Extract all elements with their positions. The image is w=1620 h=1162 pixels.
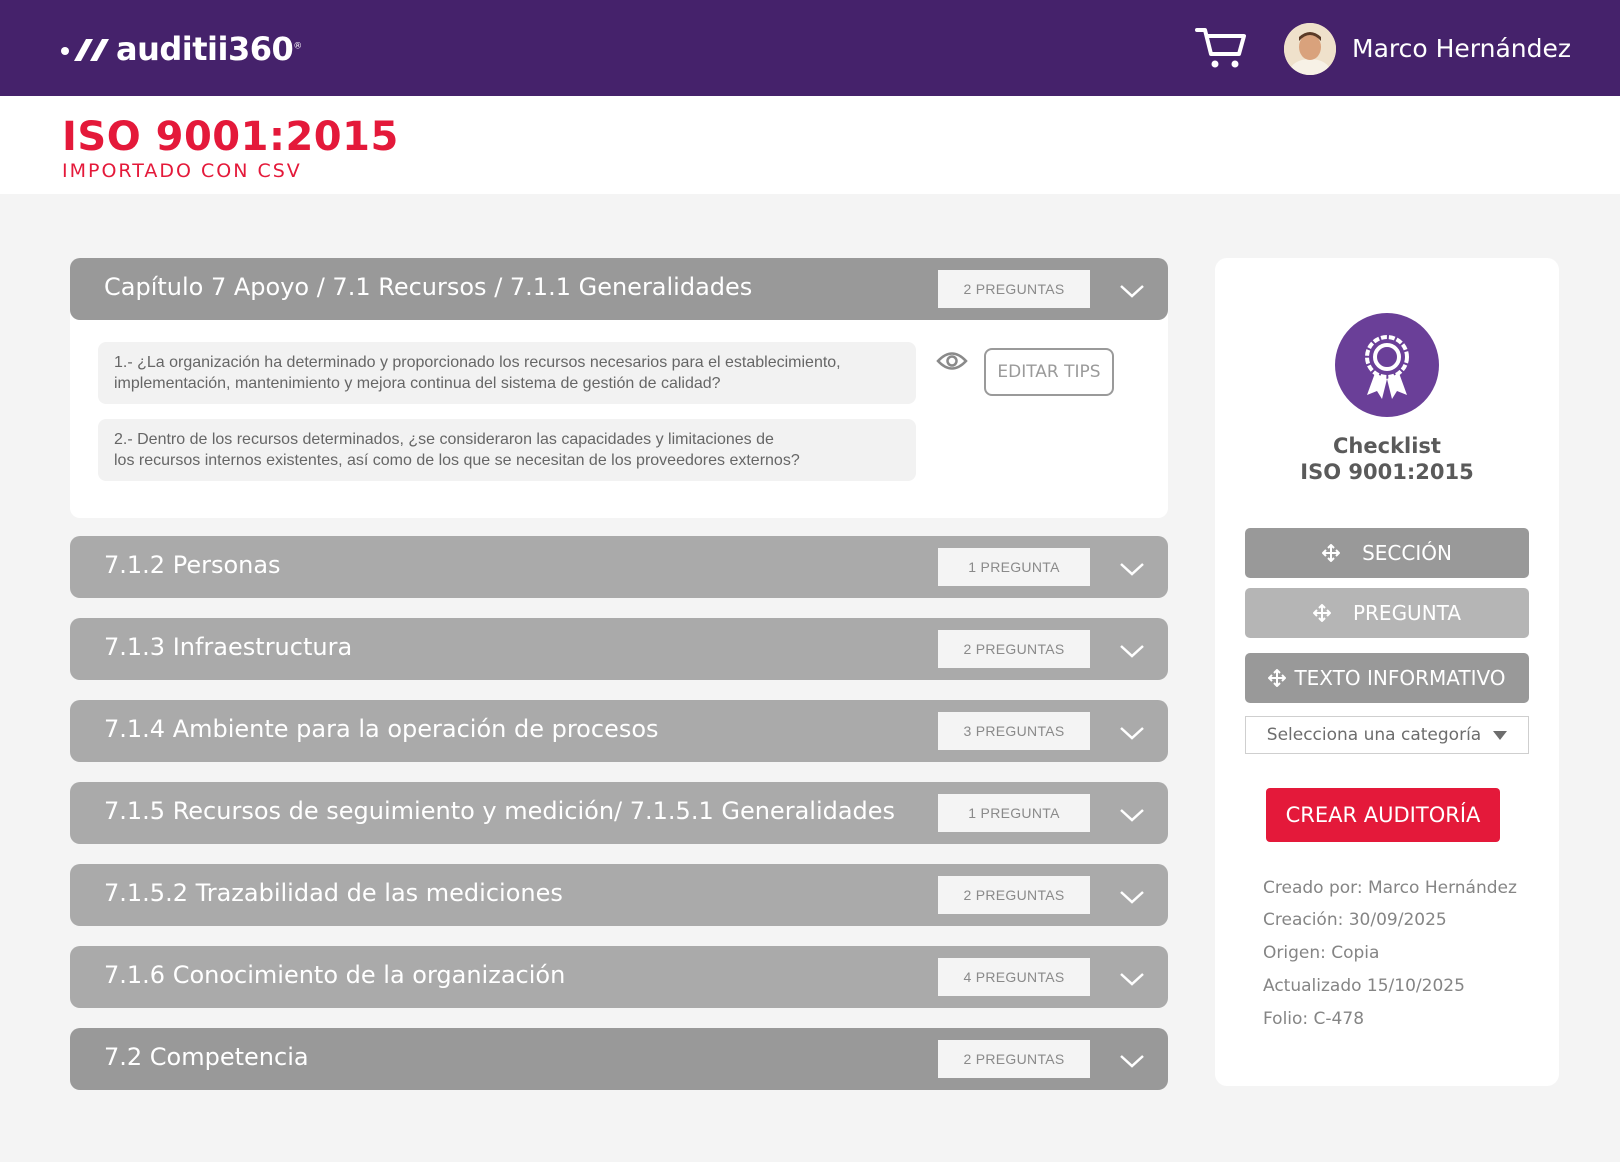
question-count-badge: 2 PREGUNTAS (938, 876, 1090, 914)
button-label: PREGUNTA (1352, 601, 1462, 625)
question-text-line: implementación, mantenimiento y mejora c… (114, 375, 721, 392)
caret-down-icon (1493, 730, 1508, 740)
meta-updated: Actualizado 15/10/2025 (1263, 976, 1465, 996)
question-count-badge: 1 PREGUNTA (938, 548, 1090, 586)
section-header[interactable]: 7.1.6 Conocimiento de la organización 4 … (70, 946, 1168, 1008)
question-text-line: 1.- ¿La organización ha determinado y pr… (114, 354, 841, 371)
meta-folio: Folio: C-478 (1263, 1009, 1365, 1029)
button-label: SECCIÓN (1362, 541, 1452, 565)
section-header[interactable]: 7.1.3 Infraestructura 2 PREGUNTAS (70, 618, 1168, 680)
avatar[interactable] (1284, 23, 1336, 75)
section-header[interactable]: 7.1.2 Personas 1 PREGUNTA (70, 536, 1168, 598)
section-title: Capítulo 7 Apoyo / 7.1 Recursos / 7.1.1 … (104, 273, 753, 301)
add-section-button[interactable]: SECCIÓN (1245, 528, 1529, 578)
checklist-card: Checklist ISO 9001:2015 SECCIÓN PREGUNTA… (1215, 258, 1559, 1086)
award-ribbon-icon (1365, 335, 1409, 399)
chevron-down-icon[interactable] (1118, 964, 1146, 992)
meta-origin: Origen: Copia (1263, 943, 1380, 963)
award-badge (1335, 313, 1439, 417)
select-placeholder: Selecciona una categoría (1266, 725, 1482, 745)
chevron-down-icon[interactable] (1118, 882, 1146, 910)
section-title: 7.1.3 Infraestructura (104, 633, 353, 661)
chevron-down-icon[interactable] (1118, 1046, 1146, 1074)
edit-tips-button[interactable]: EDITAR TIPS (984, 348, 1114, 396)
meta-created-date: Creación: 30/09/2025 (1263, 910, 1447, 930)
section-title: 7.1.2 Personas (104, 551, 281, 579)
logo-mark-icon (61, 39, 109, 61)
section-title: 7.2 Competencia (104, 1043, 309, 1071)
card-title: Checklist (1333, 434, 1441, 458)
chevron-down-icon[interactable] (1118, 718, 1146, 746)
question-count-badge: 3 PREGUNTAS (938, 712, 1090, 750)
add-info-text-button[interactable]: TEXTO INFORMATIVO (1245, 653, 1529, 703)
question-text-line: 2.- Dentro de los recursos determinados,… (114, 431, 774, 448)
user-name[interactable]: Marco Hernández (1352, 34, 1571, 63)
section-title: 7.1.4 Ambiente para la operación de proc… (104, 715, 659, 743)
move-icon (1312, 604, 1331, 622)
section-title: 7.1.5 Recursos de seguimiento y medición… (104, 797, 896, 825)
move-icon (1322, 544, 1341, 562)
move-icon (1268, 669, 1287, 687)
user-photo-icon (1284, 23, 1336, 75)
logo[interactable]: auditii360® (60, 30, 302, 68)
top-bar: auditii360® Marco Hernández (0, 0, 1620, 96)
category-select[interactable]: Selecciona una categoría (1245, 716, 1529, 754)
section-header[interactable]: 7.1.5 Recursos de seguimiento y medición… (70, 782, 1168, 844)
registered-mark: ® (293, 41, 302, 52)
chevron-down-icon[interactable] (1118, 636, 1146, 664)
chevron-down-icon[interactable] (1118, 800, 1146, 828)
section-title: 7.1.6 Conocimiento de la organización (104, 961, 566, 989)
page-subtitle: IMPORTADO CON CSV (62, 160, 302, 182)
section-header[interactable]: 7.2 Competencia 2 PREGUNTAS (70, 1028, 1168, 1090)
question-count-badge: 1 PREGUNTA (938, 794, 1090, 832)
meta-created-by: Creado por: Marco Hernández (1263, 878, 1517, 898)
eye-icon[interactable] (936, 350, 968, 372)
button-label: TEXTO INFORMATIVO (1294, 666, 1506, 690)
cart-icon[interactable] (1195, 26, 1247, 70)
chevron-down-icon[interactable] (1118, 554, 1146, 582)
question-text-line: los recursos internos existentes, así co… (114, 452, 800, 469)
create-audit-button[interactable]: CREAR AUDITORÍA (1266, 788, 1500, 842)
brand-name: auditii360® (116, 30, 302, 68)
question-count-badge: 4 PREGUNTAS (938, 958, 1090, 996)
question-count-badge: 2 PREGUNTAS (938, 630, 1090, 668)
question-item[interactable]: 1.- ¿La organización ha determinado y pr… (98, 342, 916, 404)
add-question-button[interactable]: PREGUNTA (1245, 588, 1529, 638)
question-count-badge: 2 PREGUNTAS (938, 1040, 1090, 1078)
section-title: 7.1.5.2 Trazabilidad de las mediciones (104, 879, 563, 907)
chevron-down-icon[interactable] (1118, 276, 1146, 304)
question-item[interactable]: 2.- Dentro de los recursos determinados,… (98, 419, 916, 481)
title-band: ISO 9001:2015 IMPORTADO CON CSV (0, 96, 1620, 194)
section-header[interactable]: 7.1.4 Ambiente para la operación de proc… (70, 700, 1168, 762)
page-title: ISO 9001:2015 (62, 114, 399, 160)
card-subtitle: ISO 9001:2015 (1300, 460, 1474, 484)
section-header[interactable]: 7.1.5.2 Trazabilidad de las mediciones 2… (70, 864, 1168, 926)
question-count-badge: 2 PREGUNTAS (938, 270, 1090, 308)
section-header[interactable]: Capítulo 7 Apoyo / 7.1 Recursos / 7.1.1 … (70, 258, 1168, 320)
